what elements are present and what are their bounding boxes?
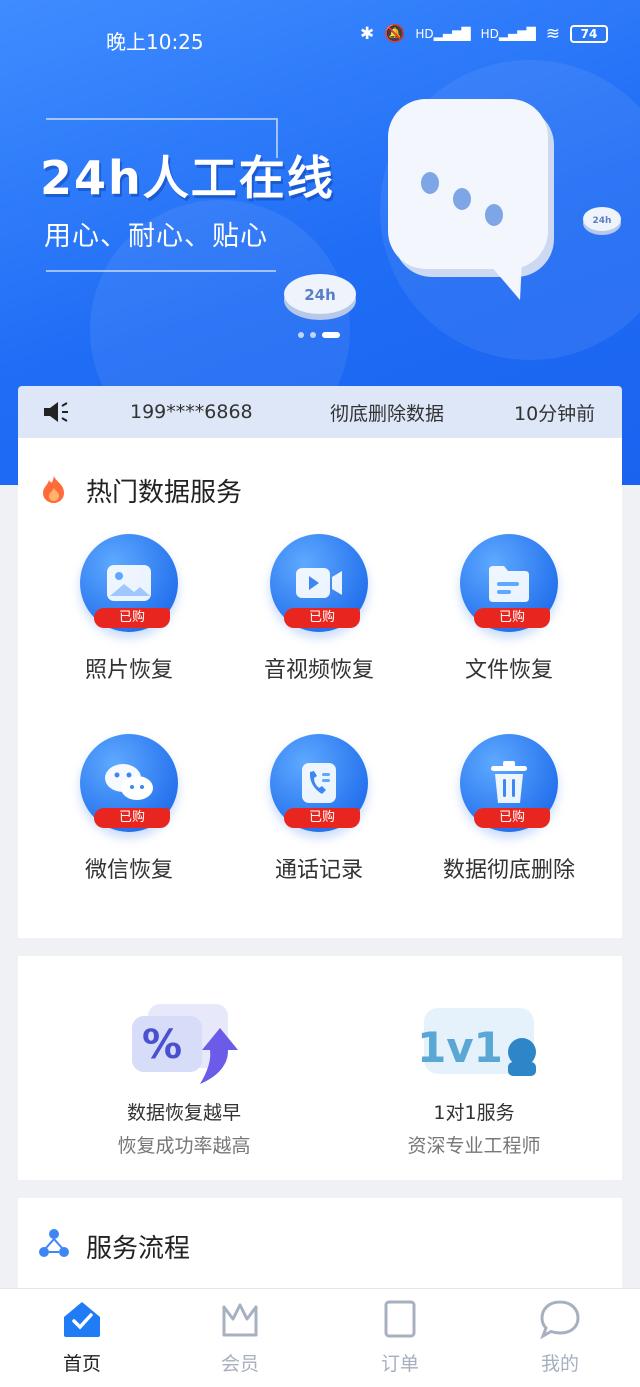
service-av-recovery[interactable]: 已购 音视频恢复 [224, 534, 414, 684]
purchased-badge: 已购 [474, 608, 550, 628]
banner-dot[interactable] [298, 332, 304, 338]
chat-bubble-icon [540, 1300, 580, 1340]
notice-time: 10分钟前 [514, 402, 596, 425]
feature-early-recovery[interactable]: % 数据恢复越早 恢复成功率越高 [44, 994, 324, 1158]
tab-membership[interactable]: 会员 [180, 1299, 300, 1376]
svg-text:1v1: 1v1 [417, 1023, 503, 1072]
service-data-wipe[interactable]: 已购 数据彻底删除 [414, 734, 604, 884]
service-label: 照片恢复 [84, 658, 173, 683]
battery-icon: 74 [570, 25, 608, 43]
fire-icon [43, 476, 64, 503]
features-card: % 数据恢复越早 恢复成功率越高 1v1 1对1服务 资深专业工程师 [18, 956, 622, 1180]
purchased-badge: 已购 [284, 608, 360, 628]
purchased-badge: 已购 [474, 808, 550, 828]
tab-label: 订单 [380, 1353, 419, 1375]
purchased-badge: 已购 [284, 808, 360, 828]
notice-phone: 199****6868 [130, 401, 253, 423]
status-bar: 晚上10:25 ✱ 🔕 HD▂▄▆█ HD▂▄▆█ ≋ 74 [0, 0, 640, 76]
signal-icon-2: HD▂▄▆█ [480, 27, 536, 41]
one-on-one-icon: 1v1 [417, 1008, 536, 1076]
hot-services-card: 热门数据服务 已购 照片恢复 已购 音视频恢复 已购 文件恢复 已购 微信恢复 … [18, 438, 622, 938]
feature-line2: 资深专业工程师 [407, 1135, 541, 1157]
tab-profile[interactable]: 我的 [500, 1299, 620, 1376]
tab-home[interactable]: 首页 [22, 1299, 142, 1376]
bluetooth-icon: ✱ [359, 24, 375, 44]
service-label: 通话记录 [274, 858, 363, 883]
purchased-badge: 已购 [94, 808, 170, 828]
service-wechat-recovery[interactable]: 已购 微信恢复 [34, 734, 224, 884]
purchased-badge: 已购 [94, 608, 170, 628]
hot-services-title: 热门数据服务 [86, 478, 243, 508]
tab-label: 首页 [62, 1353, 101, 1375]
banner-dot-active[interactable] [322, 332, 340, 338]
service-label: 文件恢复 [464, 658, 553, 683]
chat-bubble-illustration [388, 99, 554, 300]
24h-chip-icon-small: 24h [583, 207, 621, 235]
feature-line1: 数据恢复越早 [126, 1102, 241, 1124]
order-icon [384, 1300, 416, 1338]
24h-chip-icon: 24h [284, 274, 356, 320]
banner-dot[interactable] [310, 332, 316, 338]
feature-line2: 恢复成功率越高 [117, 1135, 251, 1157]
tab-label: 我的 [540, 1353, 579, 1375]
status-icons: ✱ 🔕 HD▂▄▆█ HD▂▄▆█ ≋ 74 [360, 24, 608, 44]
service-call-log[interactable]: 已购 通话记录 [224, 734, 414, 884]
feature-line1: 1对1服务 [433, 1102, 515, 1124]
home-icon [64, 1302, 100, 1337]
bottom-tab-bar: 首页 会员 订单 我的 [0, 1288, 640, 1387]
service-flow-title: 服务流程 [86, 1234, 191, 1264]
banner-pagination[interactable] [298, 332, 340, 338]
speaker-icon [44, 402, 68, 422]
svg-text:24h: 24h [593, 216, 612, 226]
service-label: 数据彻底删除 [442, 858, 575, 883]
notice-action: 彻底删除数据 [330, 402, 445, 425]
percent-arrow-icon: % [132, 1004, 238, 1084]
tab-label: 会员 [220, 1353, 259, 1375]
wifi-icon: ≋ [545, 24, 560, 44]
service-label: 音视频恢复 [263, 658, 374, 683]
feature-one-on-one[interactable]: 1v1 1对1服务 资深专业工程师 [334, 994, 614, 1158]
service-photo-recovery[interactable]: 已购 照片恢复 [34, 534, 224, 684]
signal-icon: HD▂▄▆█ [415, 27, 471, 41]
mute-bell-icon: 🔕 [384, 24, 406, 44]
flow-icon [39, 1229, 69, 1257]
svg-text:%: % [142, 1022, 182, 1068]
banner-title: 24h人工在线 [40, 151, 335, 205]
chip-text: 24h [304, 286, 336, 304]
service-label: 微信恢复 [84, 858, 173, 883]
tab-orders[interactable]: 订单 [340, 1299, 460, 1376]
notice-bar: 199****6868 彻底删除数据 10分钟前 [18, 386, 622, 438]
status-time: 晚上10:25 [106, 30, 204, 54]
banner-subtitle: 用心、耐心、贴心 [44, 221, 268, 252]
service-file-recovery[interactable]: 已购 文件恢复 [414, 534, 604, 684]
crown-icon [222, 1303, 258, 1337]
